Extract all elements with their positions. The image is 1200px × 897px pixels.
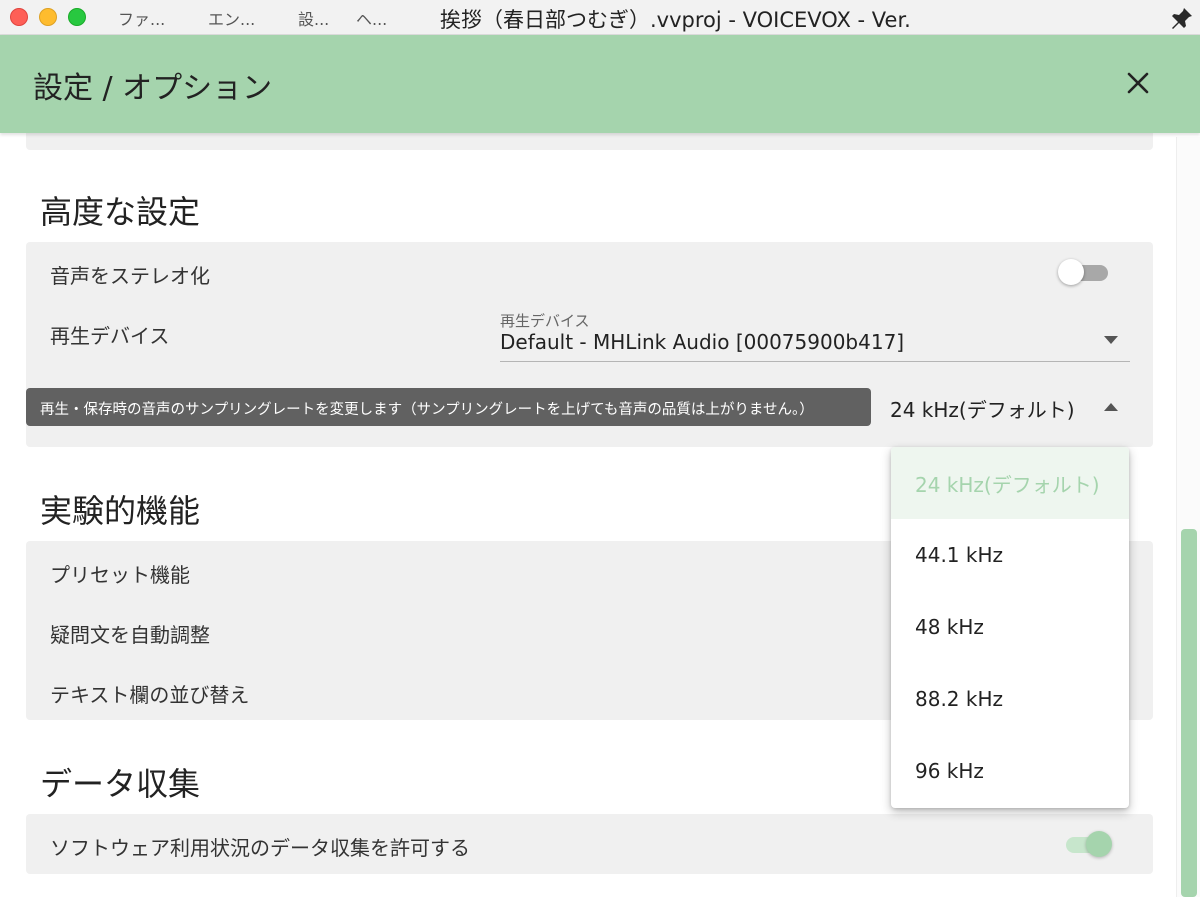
chevron-down-icon [1104, 336, 1118, 344]
sampling-rate-select[interactable]: 24 kHz(デフォルト) [890, 384, 1126, 428]
sampling-rate-option-48[interactable]: 48 kHz [891, 591, 1129, 663]
sampling-rate-menu: 24 kHz(デフォルト) 44.1 kHz 48 kHz 88.2 kHz 9… [891, 447, 1129, 808]
data-collection-toggle-thumb [1086, 831, 1112, 857]
window-titlebar: ファ... エン... 設... ヘ... 挨拶（春日部つむぎ）.vvproj … [0, 0, 1200, 35]
close-dialog-button[interactable] [1116, 61, 1160, 105]
data-collection-card: ソフトウェア利用状況のデータ収集を許可する [26, 814, 1153, 874]
menu-file[interactable]: ファ... [118, 6, 165, 30]
playback-device-field-label: 再生デバイス [500, 312, 590, 330]
menu-engine[interactable]: エン... [208, 6, 255, 30]
playback-device-label: 再生デバイス [50, 324, 170, 348]
menu-settings[interactable]: 設... [298, 6, 329, 30]
advanced-settings-title: 高度な設定 [40, 193, 201, 231]
data-collection-title: データ収集 [40, 765, 201, 803]
advanced-settings-card: 音声をステレオ化 再生デバイス 再生デバイス Default - MHLink … [26, 242, 1153, 447]
data-collection-toggle[interactable] [1060, 829, 1114, 859]
playback-device-value: Default - MHLink Audio [00075900b417] [500, 330, 905, 354]
stereo-label: 音声をステレオ化 [50, 264, 210, 288]
dialog-title: 設定 / オプション [33, 71, 273, 106]
text-reorder-label: テキスト欄の並び替え [50, 683, 250, 707]
chevron-up-icon [1104, 403, 1118, 411]
experimental-title: 実験的機能 [40, 492, 201, 530]
sampling-rate-option-24[interactable]: 24 kHz(デフォルト) [891, 447, 1129, 519]
data-collection-label: ソフトウェア利用状況のデータ収集を許可する [50, 836, 470, 860]
preset-feature-label: プリセット機能 [50, 563, 190, 587]
dialog-header: 設定 / オプション [0, 35, 1200, 133]
window-maximize-button[interactable] [68, 8, 86, 26]
sampling-rate-option-96[interactable]: 96 kHz [891, 735, 1129, 807]
pin-icon[interactable] [1170, 6, 1194, 30]
window-minimize-button[interactable] [39, 8, 57, 26]
close-icon [1127, 72, 1149, 94]
sampling-rate-option-88-2[interactable]: 88.2 kHz [891, 663, 1129, 735]
sampling-rate-option-44-1[interactable]: 44.1 kHz [891, 519, 1129, 591]
stereo-toggle-thumb [1058, 259, 1084, 285]
scrollbar-thumb[interactable] [1181, 529, 1197, 897]
window-title: 挨拶（春日部つむぎ）.vvproj - VOICEVOX - Ver. [440, 8, 911, 32]
window-close-button[interactable] [10, 8, 28, 26]
auto-adjust-question-label: 疑問文を自動調整 [50, 623, 210, 647]
playback-device-select[interactable]: 再生デバイス Default - MHLink Audio [00075900b… [500, 308, 1130, 362]
menu-help[interactable]: ヘ... [356, 6, 387, 30]
sampling-rate-value: 24 kHz(デフォルト) [890, 398, 1075, 422]
stereo-toggle[interactable] [1058, 257, 1112, 287]
sampling-rate-tooltip: 再生・保存時の音声のサンプリングレートを変更します（サンプリングレートを上げても… [26, 388, 871, 426]
previous-settings-card [26, 133, 1153, 150]
settings-scrollbar[interactable] [1176, 137, 1200, 897]
